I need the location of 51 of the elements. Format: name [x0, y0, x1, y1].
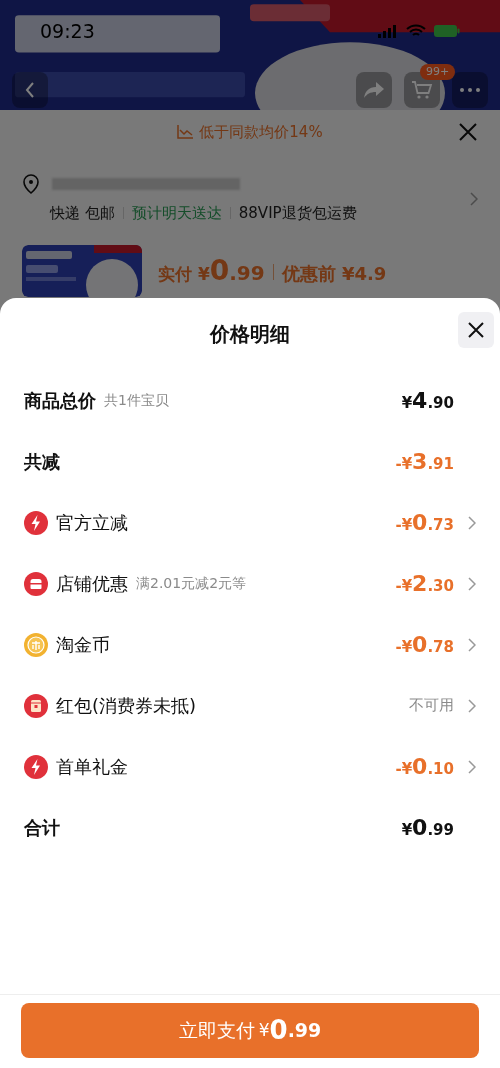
row-value: -¥0.73	[395, 509, 454, 537]
row-value: -¥2.30	[395, 570, 454, 598]
row-value: -¥3.91	[395, 448, 454, 476]
status-time: 09:23	[40, 18, 95, 44]
row-label: 共减	[24, 450, 60, 474]
sheet-title: 价格明细	[210, 321, 290, 348]
cart-badge: 99+	[420, 64, 456, 80]
shop-icon	[24, 571, 48, 596]
row-label: 红包(消费券未抵)	[56, 694, 197, 718]
lightning-icon	[24, 754, 48, 779]
row-value: -¥0.78	[395, 631, 454, 659]
share-icon	[363, 81, 385, 99]
row-note: 满2.01元减2元等	[136, 574, 247, 593]
row-label: 商品总价	[24, 389, 96, 413]
envelope-icon	[24, 693, 48, 718]
row-label: 店铺优惠	[56, 572, 128, 596]
paid-price: 实付 ¥0.99	[158, 252, 265, 289]
close-button[interactable]	[458, 312, 494, 348]
row-value: -¥0.10	[395, 753, 454, 781]
signal-icon	[378, 24, 398, 38]
chevron-right-icon	[468, 576, 476, 591]
chevron-right-icon	[468, 515, 476, 530]
chevron-right-icon	[468, 637, 476, 652]
row-note: 共1件宝贝	[104, 391, 169, 410]
cart-icon	[411, 80, 433, 100]
row-value: 不可用	[409, 695, 454, 717]
wifi-icon	[406, 24, 426, 38]
row-label: 淘金币	[56, 633, 110, 657]
location-icon	[22, 174, 40, 194]
row-value: ¥4.90	[401, 387, 454, 415]
chart-icon	[177, 125, 194, 139]
chevron-right-icon	[470, 192, 478, 207]
promo-text: 低于同款均价14%	[199, 121, 323, 143]
shipping-info: 快递 包邮	[50, 203, 115, 224]
lightning-icon	[24, 510, 48, 535]
coin-icon	[24, 632, 48, 657]
more-icon	[460, 88, 480, 92]
row-label: 合计	[24, 816, 60, 840]
shipping-info: 预计明天送达	[131, 203, 222, 224]
back-icon	[25, 82, 35, 98]
original-price: 优惠前 ¥4.9	[281, 261, 387, 286]
chevron-right-icon	[468, 759, 476, 774]
battery-icon	[434, 24, 460, 38]
chevron-right-icon	[468, 698, 476, 713]
row-label: 官方立减	[56, 511, 128, 535]
close-icon	[468, 322, 484, 338]
row-label: 首单礼金	[56, 755, 128, 779]
pay-button[interactable]: 立即支付 ¥0.99	[21, 1003, 479, 1058]
row-value: ¥0.99	[401, 814, 454, 842]
shipping-info: 88VIP退货包运费	[238, 203, 357, 224]
close-icon	[459, 123, 477, 141]
